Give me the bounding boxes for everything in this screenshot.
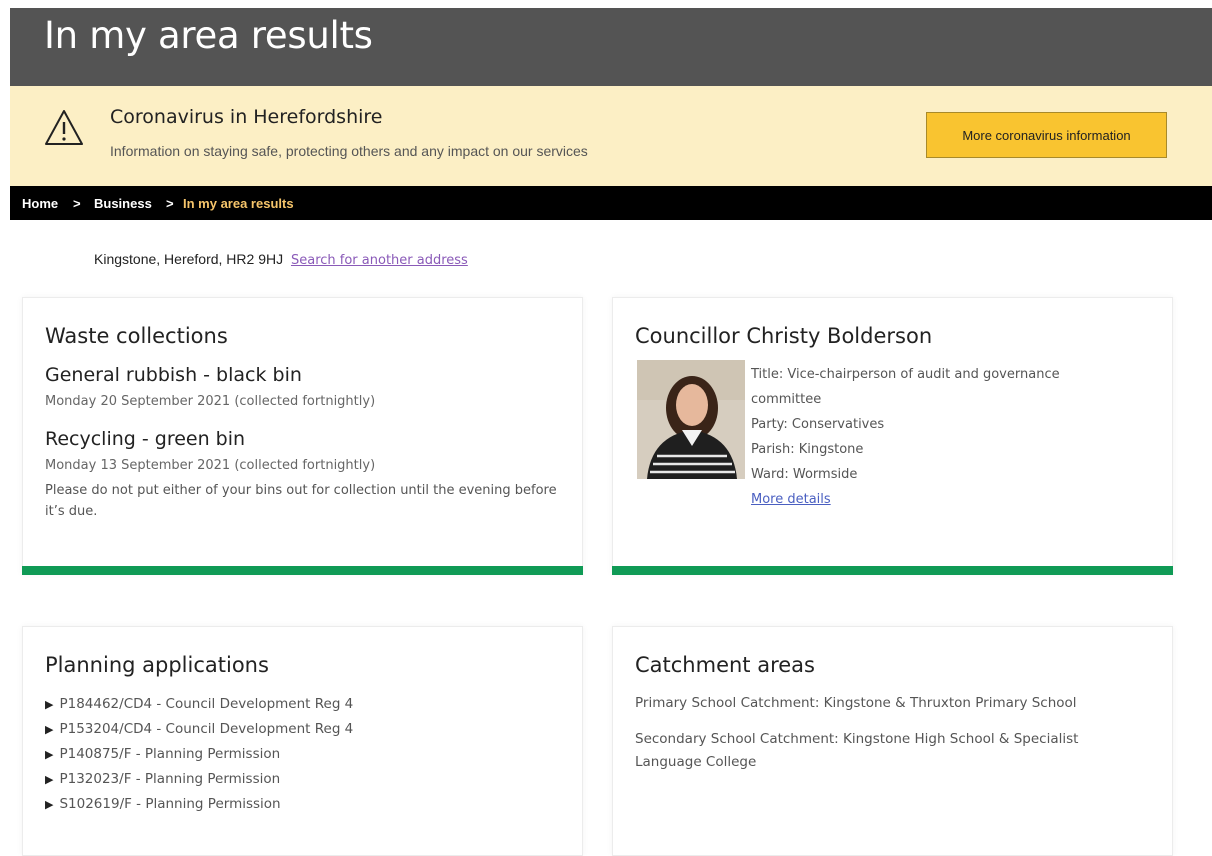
planning-item[interactable]: ▶ P153204/CD4 - Council Development Reg 4 — [45, 717, 353, 742]
alert-text: Information on staying safe, protecting … — [110, 143, 588, 159]
councillor-photo — [637, 360, 745, 479]
planning-item-label: P140875/F - Planning Permission — [59, 746, 281, 762]
secondary-catchment: Secondary School Catchment: Kingstone Hi… — [635, 731, 1079, 770]
waste-card-title: Waste collections — [45, 324, 228, 348]
breadcrumb-current: In my area results — [183, 196, 294, 211]
expand-triangle-icon: ▶ — [45, 773, 54, 786]
councillor-card: Councillor Christy Bolderson Title: Vice… — [612, 297, 1173, 575]
expand-triangle-icon: ▶ — [45, 698, 54, 711]
primary-catchment: Primary School Catchment: Kingstone & Th… — [635, 695, 1077, 711]
catchment-card-title: Catchment areas — [635, 653, 815, 677]
card-accent-bar — [612, 566, 1173, 575]
planning-item[interactable]: ▶ P132023/F - Planning Permission — [45, 767, 353, 792]
councillor-party: Party: Conservatives — [751, 417, 885, 432]
planning-item-label: P153204/CD4 - Council Development Reg 4 — [59, 721, 354, 737]
councillor-ward: Ward: Wormside — [751, 467, 858, 482]
planning-item-label: S102619/F - Planning Permission — [59, 796, 281, 812]
waste-collections-card: Waste collections General rubbish - blac… — [22, 297, 583, 575]
search-another-address-link[interactable]: Search for another address — [291, 253, 468, 268]
councillor-parish: Parish: Kingstone — [751, 442, 864, 457]
planning-item[interactable]: ▶ S102619/F - Planning Permission — [45, 792, 353, 817]
planning-applications-card: Planning applications ▶ P184462/CD4 - Cou… — [22, 626, 583, 856]
breadcrumb-home[interactable]: Home — [22, 196, 58, 211]
breadcrumb-business[interactable]: Business — [94, 196, 152, 211]
coronavirus-alert: Coronavirus in Herefordshire Information… — [10, 86, 1212, 186]
planning-item[interactable]: ▶ P140875/F - Planning Permission — [45, 742, 353, 767]
bin-date: Monday 13 September 2021 (collected fort… — [45, 458, 376, 473]
bin-date: Monday 20 September 2021 (collected fort… — [45, 394, 376, 409]
card-accent-bar — [22, 566, 583, 575]
address-line: Kingstone, Hereford, HR2 9HJ Search for … — [94, 251, 468, 268]
more-coronavirus-info-button[interactable]: More coronavirus information — [926, 112, 1167, 158]
breadcrumb-separator: > — [166, 196, 174, 211]
planning-item[interactable]: ▶ P184462/CD4 - Council Development Reg 4 — [45, 692, 353, 717]
planning-list: ▶ P184462/CD4 - Council Development Reg 4… — [45, 692, 353, 817]
expand-triangle-icon: ▶ — [45, 723, 54, 736]
breadcrumb: Home > Business > In my area results — [10, 186, 1212, 220]
planning-item-label: P184462/CD4 - Council Development Reg 4 — [59, 696, 354, 712]
more-details-link[interactable]: More details — [751, 492, 831, 507]
councillor-role: Title: Vice-chairperson of audit and gov… — [751, 367, 1060, 407]
planning-item-label: P132023/F - Planning Permission — [59, 771, 281, 787]
breadcrumb-separator: > — [73, 196, 81, 211]
expand-triangle-icon: ▶ — [45, 798, 54, 811]
expand-triangle-icon: ▶ — [45, 748, 54, 761]
page-title: In my area results — [44, 14, 373, 57]
page-header: In my area results — [10, 8, 1212, 86]
councillor-card-title: Councillor Christy Bolderson — [635, 324, 933, 348]
planning-card-title: Planning applications — [45, 653, 269, 677]
alert-title: Coronavirus in Herefordshire — [110, 106, 383, 128]
bin-name: General rubbish - black bin — [45, 364, 302, 386]
bin-note: Please do not put either of your bins ou… — [45, 483, 557, 519]
bin-name: Recycling - green bin — [45, 428, 246, 450]
warning-triangle-icon — [45, 110, 83, 145]
catchment-areas-card: Catchment areas Primary School Catchment… — [612, 626, 1173, 856]
councillor-details: Title: Vice-chairperson of audit and gov… — [751, 362, 1101, 512]
address-text: Kingstone, Hereford, HR2 9HJ — [94, 251, 284, 267]
